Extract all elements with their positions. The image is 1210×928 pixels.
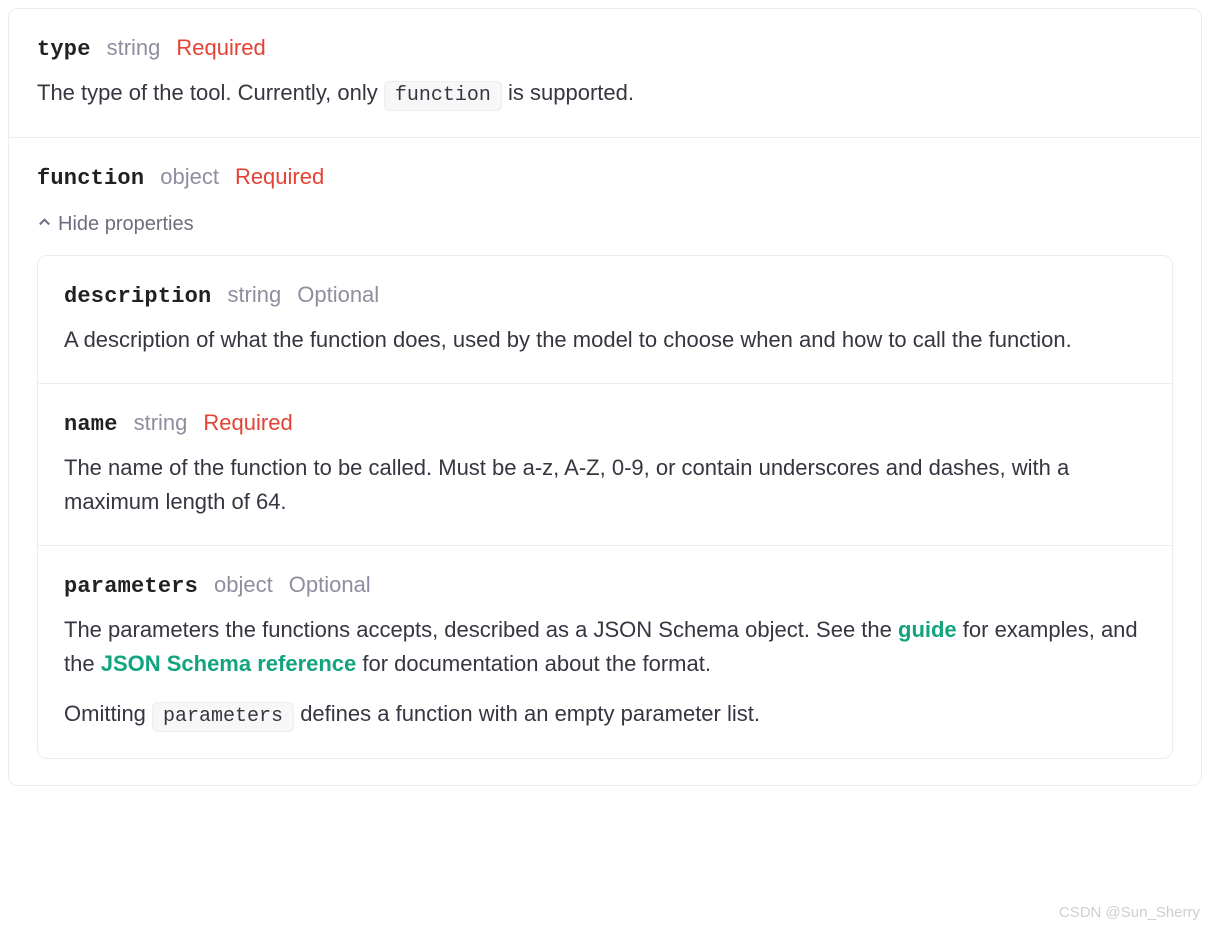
guide-link[interactable]: guide: [898, 617, 957, 642]
desc-text: for documentation about the format.: [356, 651, 711, 676]
param-type: string: [134, 406, 188, 439]
param-type: string: [107, 31, 161, 64]
param-name: name: [64, 408, 118, 441]
chevron-up-icon: [37, 209, 52, 239]
param-section-function: function object Required Hide properties…: [9, 137, 1201, 785]
param-description: A description of what the function does,…: [64, 323, 1146, 357]
watermark: CSDN @Sun_Sherry: [1059, 902, 1200, 925]
param-section-type: type string Required The type of the too…: [9, 9, 1201, 137]
desc-text: A description of what the function does,…: [64, 323, 1146, 357]
desc-text: Omitting: [64, 701, 152, 726]
code-parameters: parameters: [152, 702, 294, 732]
param-name: parameters: [64, 570, 198, 603]
param-type: string: [227, 278, 281, 311]
nested-properties-panel: description string Optional A descriptio…: [37, 255, 1173, 759]
json-schema-reference-link[interactable]: JSON Schema reference: [101, 651, 357, 676]
param-name: type: [37, 33, 91, 66]
code-function: function: [384, 81, 502, 111]
param-type: object: [160, 160, 219, 193]
desc-text: The name of the function to be called. M…: [64, 451, 1146, 519]
param-description: The type of the tool. Currently, only fu…: [37, 76, 1173, 111]
param-header: name string Required: [64, 406, 1146, 441]
desc-text: The type of the tool. Currently, only: [37, 80, 384, 105]
param-section-description: description string Optional A descriptio…: [38, 256, 1172, 383]
toggle-label: Hide properties: [58, 209, 194, 239]
param-header: type string Required: [37, 31, 1173, 66]
optional-badge: Optional: [289, 568, 371, 601]
param-header: function object Required: [37, 160, 1173, 195]
required-badge: Required: [203, 406, 292, 439]
desc-text: The parameters the functions accepts, de…: [64, 617, 898, 642]
required-badge: Required: [176, 31, 265, 64]
param-section-parameters: parameters object Optional The parameter…: [38, 545, 1172, 758]
desc-text: defines a function with an empty paramet…: [300, 701, 760, 726]
desc-text: is supported.: [508, 80, 634, 105]
param-description: The name of the function to be called. M…: [64, 451, 1146, 519]
param-header: description string Optional: [64, 278, 1146, 313]
param-name: function: [37, 162, 144, 195]
required-badge: Required: [235, 160, 324, 193]
param-type: object: [214, 568, 273, 601]
param-description: The parameters the functions accepts, de…: [64, 613, 1146, 732]
optional-badge: Optional: [297, 278, 379, 311]
param-section-name: name string Required The name of the fun…: [38, 383, 1172, 545]
hide-properties-toggle[interactable]: Hide properties: [37, 209, 194, 239]
api-params-panel: type string Required The type of the too…: [8, 8, 1202, 786]
param-header: parameters object Optional: [64, 568, 1146, 603]
param-name: description: [64, 280, 211, 313]
